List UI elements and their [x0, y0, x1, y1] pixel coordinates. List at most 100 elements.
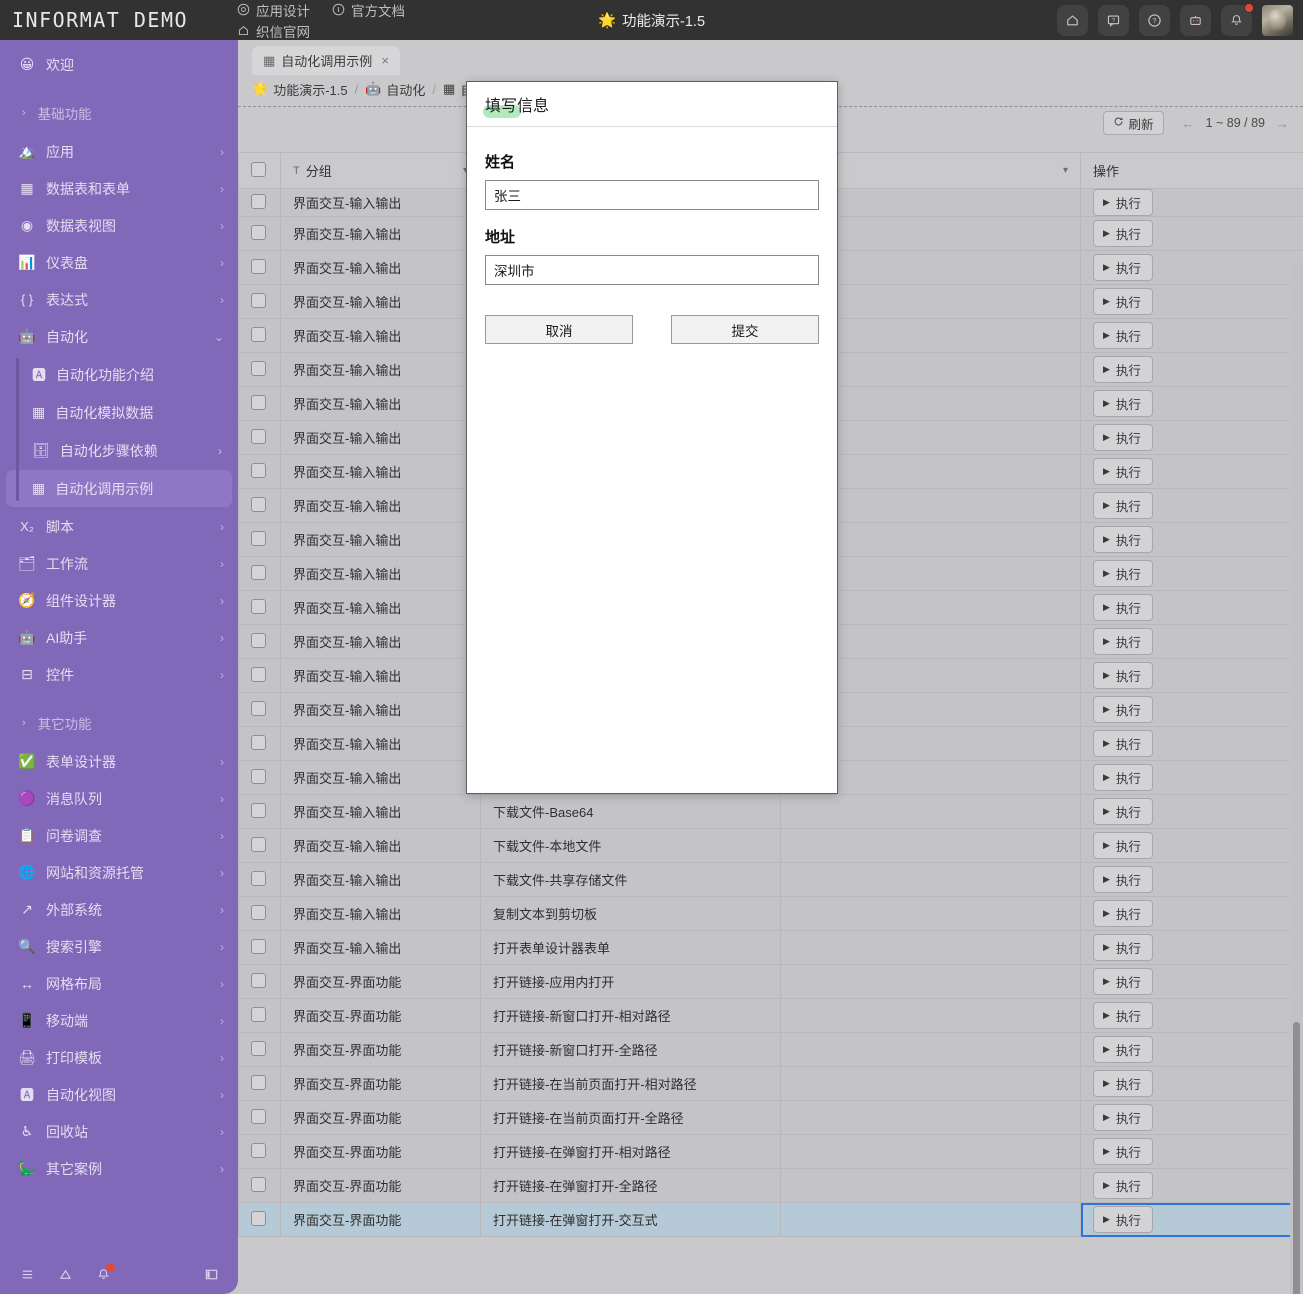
- cell-group[interactable]: 界面交互-输入输出: [281, 421, 481, 455]
- execute-button[interactable]: ▶执行: [1093, 968, 1153, 995]
- table-row[interactable]: 界面交互-界面功能打开链接-在当前页面打开-相对路径▶执行: [239, 1067, 1303, 1101]
- tab-automation-call-example[interactable]: ▦ 自动化调用示例 ×: [252, 46, 400, 75]
- execute-button[interactable]: ▶执行: [1093, 594, 1153, 621]
- sidebar-group-other[interactable]: › 其它功能: [0, 703, 238, 743]
- cell-action[interactable]: ▶执行: [1081, 489, 1303, 523]
- row-checkbox[interactable]: [251, 225, 266, 240]
- sidebar-item-workflow[interactable]: 🗂 工作流 ›: [0, 545, 238, 582]
- cell-group[interactable]: 界面交互-输入输出: [281, 387, 481, 421]
- cell-group[interactable]: 界面交互-输入输出: [281, 319, 481, 353]
- row-checkbox[interactable]: [251, 259, 266, 274]
- sidebar-item-expressions[interactable]: { } 表达式 ›: [0, 281, 238, 318]
- deploy-icon[interactable]: [56, 1265, 74, 1283]
- execute-button[interactable]: ▶执行: [1093, 220, 1153, 247]
- cell-action[interactable]: ▶执行: [1081, 353, 1303, 387]
- sidebar-item-external-systems[interactable]: ↗ 外部系统 ›: [0, 891, 238, 928]
- row-checkbox[interactable]: [251, 1211, 266, 1226]
- execute-button[interactable]: ▶执行: [1093, 1104, 1153, 1131]
- cell-action[interactable]: ▶执行: [1081, 931, 1303, 965]
- cell-extra[interactable]: [781, 795, 1081, 829]
- cell-action[interactable]: ▶执行: [1081, 1101, 1303, 1135]
- row-checkbox[interactable]: [251, 905, 266, 920]
- select-all-header[interactable]: [239, 153, 281, 189]
- row-checkbox[interactable]: [251, 395, 266, 410]
- cell-extra[interactable]: [781, 1033, 1081, 1067]
- topbar-link-official-site[interactable]: 织信官网: [237, 21, 310, 41]
- sidebar-group-basic[interactable]: › 基础功能: [0, 93, 238, 133]
- row-checkbox-cell[interactable]: [239, 693, 281, 727]
- sidebar-item-search-engine[interactable]: 🔍 搜索引擎 ›: [0, 928, 238, 965]
- row-checkbox-cell[interactable]: [239, 1101, 281, 1135]
- table-row[interactable]: 界面交互-输入输出下载文件-本地文件▶执行: [239, 829, 1303, 863]
- row-checkbox-cell[interactable]: [239, 1169, 281, 1203]
- cell-extra[interactable]: [781, 1203, 1081, 1237]
- table-row[interactable]: 界面交互-界面功能打开链接-应用内打开▶执行: [239, 965, 1303, 999]
- cell-name[interactable]: 复制文本到剪切板: [481, 897, 781, 931]
- cell-action[interactable]: ▶执行: [1081, 829, 1303, 863]
- cell-name[interactable]: 下载文件-共享存储文件: [481, 863, 781, 897]
- cell-group[interactable]: 界面交互-输入输出: [281, 353, 481, 387]
- cell-group[interactable]: 界面交互-输入输出: [281, 727, 481, 761]
- select-all-checkbox[interactable]: [251, 162, 266, 177]
- breadcrumb-item-0[interactable]: 🌟 功能演示-1.5: [252, 80, 348, 99]
- sidebar-item-scripts[interactable]: X₂ 脚本 ›: [0, 508, 238, 545]
- cell-group[interactable]: 界面交互-输入输出: [281, 489, 481, 523]
- avatar[interactable]: [1262, 5, 1293, 36]
- cell-group[interactable]: 界面交互-输入输出: [281, 455, 481, 489]
- cell-name[interactable]: 打开链接-应用内打开: [481, 965, 781, 999]
- sidebar-scroll[interactable]: 😀 欢迎 › 基础功能 🏔️ 应用 › ▦ 数据表和表单 › ◉ 数据表视图: [0, 40, 238, 1254]
- cell-action[interactable]: ▶执行: [1081, 897, 1303, 931]
- sidebar-item-automation-view[interactable]: 🅰 自动化视图 ›: [0, 1076, 238, 1113]
- row-checkbox[interactable]: [251, 871, 266, 886]
- execute-button[interactable]: ▶执行: [1093, 560, 1153, 587]
- row-checkbox-cell[interactable]: [239, 421, 281, 455]
- row-checkbox-cell[interactable]: [239, 1203, 281, 1237]
- execute-button[interactable]: ▶执行: [1093, 696, 1153, 723]
- row-checkbox[interactable]: [251, 565, 266, 580]
- topbar-link-app-design[interactable]: 应用设计: [237, 0, 310, 20]
- cell-action[interactable]: ▶执行: [1081, 999, 1303, 1033]
- cell-extra[interactable]: [781, 999, 1081, 1033]
- execute-button[interactable]: ▶执行: [1093, 526, 1153, 553]
- row-checkbox-cell[interactable]: [239, 795, 281, 829]
- cell-group[interactable]: 界面交互-输入输出: [281, 659, 481, 693]
- cell-action[interactable]: ▶执行: [1081, 795, 1303, 829]
- sidebar-item-recycle-bin[interactable]: ♿ 回收站 ›: [0, 1113, 238, 1150]
- row-checkbox-cell[interactable]: [239, 489, 281, 523]
- row-checkbox-cell[interactable]: [239, 965, 281, 999]
- execute-button[interactable]: ▶执行: [1093, 189, 1153, 216]
- cell-group[interactable]: 界面交互-输入输出: [281, 285, 481, 319]
- cell-extra[interactable]: [781, 1169, 1081, 1203]
- execute-button[interactable]: ▶执行: [1093, 628, 1153, 655]
- cell-group[interactable]: 界面交互-界面功能: [281, 1135, 481, 1169]
- execute-button[interactable]: ▶执行: [1093, 1206, 1153, 1233]
- cell-action[interactable]: ▶执行: [1081, 189, 1303, 217]
- sidebar-item-mobile[interactable]: 📱 移动端 ›: [0, 1002, 238, 1039]
- sidebar-item-survey[interactable]: 📋 问卷调查 ›: [0, 817, 238, 854]
- sidebar-item-message-queue[interactable]: 🟣 消息队列 ›: [0, 780, 238, 817]
- sidebar-item-automation-intro[interactable]: 🅰 自动化功能介绍: [6, 356, 232, 393]
- execute-button[interactable]: ▶执行: [1093, 356, 1153, 383]
- execute-button[interactable]: ▶执行: [1093, 1036, 1153, 1063]
- sidebar-item-dashboard[interactable]: 📊 仪表盘 ›: [0, 244, 238, 281]
- robot-icon[interactable]: [1180, 5, 1211, 36]
- breadcrumb-item-1[interactable]: 🤖 自动化: [365, 80, 425, 99]
- cell-action[interactable]: ▶执行: [1081, 217, 1303, 251]
- row-checkbox-cell[interactable]: [239, 387, 281, 421]
- cell-name[interactable]: 打开链接-在弹窗打开-全路径: [481, 1169, 781, 1203]
- cell-action[interactable]: ▶执行: [1081, 319, 1303, 353]
- sidebar-item-website-hosting[interactable]: 🌐 网站和资源托管 ›: [0, 854, 238, 891]
- execute-button[interactable]: ▶执行: [1093, 900, 1153, 927]
- cell-group[interactable]: 界面交互-输入输出: [281, 557, 481, 591]
- row-checkbox[interactable]: [251, 939, 266, 954]
- row-checkbox-cell[interactable]: [239, 591, 281, 625]
- cell-action[interactable]: ▶执行: [1081, 863, 1303, 897]
- row-checkbox[interactable]: [251, 463, 266, 478]
- row-checkbox-cell[interactable]: [239, 659, 281, 693]
- sidebar-item-automation[interactable]: 🤖 自动化 ⌄: [0, 318, 238, 355]
- sidebar-item-form-designer[interactable]: ✅ 表单设计器 ›: [0, 743, 238, 780]
- refresh-button[interactable]: 刷新: [1103, 111, 1164, 135]
- cell-action[interactable]: ▶执行: [1081, 455, 1303, 489]
- sidebar-item-widgets[interactable]: ⊟ 控件 ›: [0, 656, 238, 693]
- cell-group[interactable]: 界面交互-输入输出: [281, 591, 481, 625]
